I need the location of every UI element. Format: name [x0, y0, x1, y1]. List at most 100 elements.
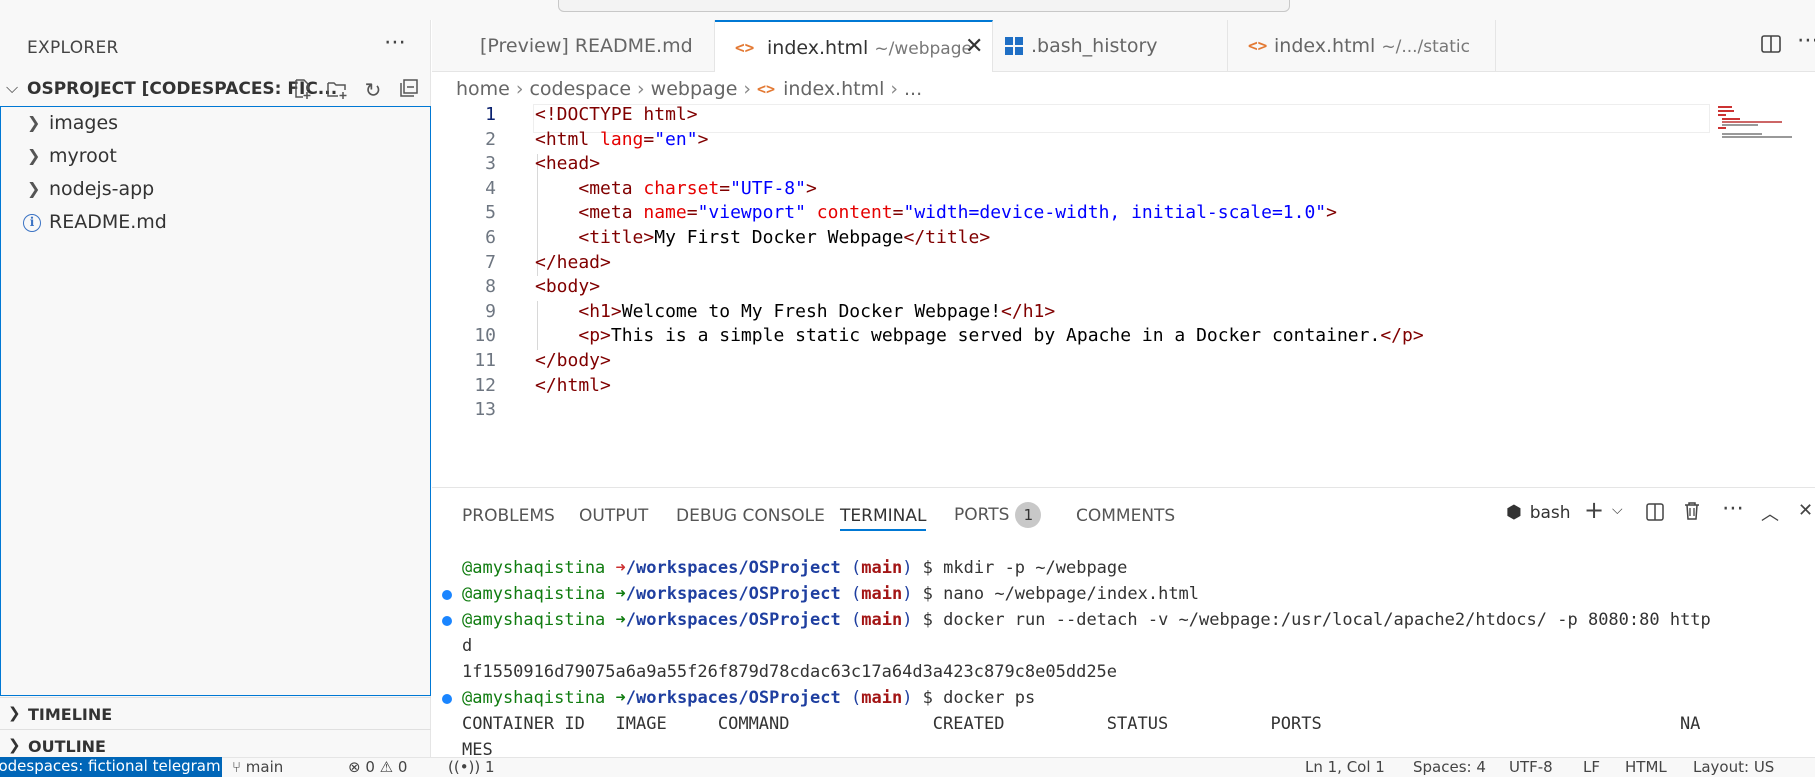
tab-description: ~/webpage [874, 39, 972, 59]
code-editor[interactable]: 1 <!DOCTYPE html> 2 <html lang="en"> 3 <head>… [432, 104, 1815, 486]
close-panel-icon[interactable]: ✕ [1798, 500, 1813, 521]
code-line[interactable]: <body> [535, 276, 600, 297]
info-icon: i [23, 214, 41, 232]
code-line[interactable]: <h1>Welcome to My Fresh Docker Webpage!<… [535, 301, 1055, 322]
code-line[interactable]: <meta name="viewport" content="width=dev… [535, 202, 1337, 223]
chevron-right-icon: ❯ [8, 736, 21, 754]
encoding-status[interactable]: UTF-8 [1509, 758, 1553, 776]
breadcrumb-item[interactable]: codespace [529, 78, 631, 100]
more-actions-icon[interactable]: ⋯ [384, 30, 406, 55]
tab-debug-console[interactable]: DEBUG CONSOLE [676, 506, 825, 526]
terminal-line: d [462, 636, 473, 656]
breadcrumb-item[interactable]: home [456, 78, 510, 100]
terminal-shell-selector[interactable]: ⬢ bash [1506, 502, 1571, 523]
refresh-icon[interactable]: ↻ [361, 78, 385, 102]
chevron-right-icon: › [743, 78, 752, 100]
chevron-right-icon: ❯ [8, 704, 21, 722]
line-number: 7 [485, 252, 496, 273]
breadcrumb-item[interactable]: ... [904, 78, 922, 100]
tree-item-label: myroot [49, 145, 117, 167]
tab-problems[interactable]: PROBLEMS [462, 506, 555, 526]
tree-item-myroot[interactable]: ❯ myroot [1, 142, 430, 175]
code-line[interactable]: </html> [535, 375, 611, 396]
breadcrumb-item[interactable]: webpage [651, 78, 738, 100]
tab-bash-history[interactable]: .bash_history [993, 20, 1228, 72]
shell-label: bash [1529, 502, 1571, 523]
collapse-all-icon[interactable] [397, 78, 421, 102]
tab-ports[interactable]: PORTS 1 [954, 502, 1042, 528]
more-actions-icon[interactable]: ⋯ [1797, 28, 1815, 53]
line-number: 2 [485, 129, 496, 150]
code-line[interactable]: <meta charset="UTF-8"> [535, 178, 816, 199]
outline-section[interactable]: ❯ OUTLINE [0, 729, 431, 759]
split-editor-icon[interactable] [1760, 33, 1782, 60]
tab-index-html-webpage[interactable]: <> index.html ~/webpage ✕ [715, 20, 993, 72]
html-file-icon: <> [735, 38, 755, 57]
windows-file-icon [1005, 37, 1023, 55]
ports-status[interactable]: ((•)) 1 [448, 758, 495, 776]
code-line[interactable]: <head> [535, 153, 600, 174]
chevron-right-icon: › [637, 78, 645, 100]
chevron-down-icon[interactable]: ⌵ [6, 78, 18, 98]
minimap[interactable] [1718, 104, 1798, 144]
chevron-right-icon: ❯ [27, 179, 41, 198]
code-line[interactable]: <html lang="en"> [535, 129, 708, 150]
html-file-icon: <> [1248, 36, 1268, 55]
maximize-panel-icon[interactable]: ︿ [1761, 500, 1779, 526]
new-folder-icon[interactable] [325, 78, 349, 102]
trash-icon[interactable] [1683, 501, 1701, 526]
command-success-dot[interactable] [442, 694, 452, 704]
code-line[interactable]: </body> [535, 350, 611, 371]
outline-label: OUTLINE [28, 737, 106, 756]
close-icon[interactable]: ✕ [965, 34, 983, 59]
file-tree: ❯ images ❯ myroot ❯ nodejs-app i README.… [0, 106, 431, 696]
terminal-line: @amyshaqistina ➜/workspaces/OSProject (m… [462, 558, 1128, 578]
line-number: 13 [474, 399, 496, 420]
line-number: 1 [485, 104, 496, 125]
command-center[interactable] [558, 0, 1290, 12]
cursor-position[interactable]: Ln 1, Col 1 [1305, 758, 1385, 776]
tree-item-nodejs-app[interactable]: ❯ nodejs-app [1, 175, 430, 208]
chevron-down-icon[interactable]: ⌵ [1612, 502, 1623, 518]
chevron-right-icon: ❯ [27, 113, 41, 132]
container-hash: 1f1550916d79075a6a9a55f26f879d78cdac63c1… [462, 662, 1118, 682]
command-success-dot[interactable] [442, 590, 452, 600]
timeline-section[interactable]: ❯ TIMELINE [0, 697, 431, 727]
new-terminal-icon[interactable]: + [1584, 496, 1604, 524]
split-terminal-icon[interactable] [1645, 502, 1665, 527]
language-status[interactable]: HTML [1625, 758, 1667, 776]
breadcrumb-item[interactable]: index.html [783, 78, 884, 100]
code-line[interactable]: </head> [535, 252, 611, 273]
tab-label: [Preview] README.md [480, 35, 693, 57]
keyboard-layout-status[interactable]: Layout: US [1693, 758, 1774, 776]
html-file-icon: <> [757, 80, 776, 98]
line-number: 3 [485, 153, 496, 174]
remote-indicator[interactable]: Codespaces: fictional telegram [0, 757, 222, 777]
tab-terminal[interactable]: TERMINAL [840, 506, 927, 531]
code-line[interactable]: <p>This is a simple static webpage serve… [535, 325, 1423, 346]
terminal-line: @amyshaqistina ➜/workspaces/OSProject (m… [442, 584, 1199, 610]
tab-preview-readme[interactable]: [Preview] README.md [432, 20, 715, 72]
eol-status[interactable]: LF [1583, 758, 1600, 776]
status-bar: ⑂ main ⊗ 0 ⚠ 0 ((•)) 1 Ln 1, Col 1 Space… [0, 757, 1815, 777]
line-number: 8 [485, 276, 496, 297]
tab-label: .bash_history [1031, 35, 1158, 57]
tree-item-images[interactable]: ❯ images [1, 109, 430, 142]
tab-comments[interactable]: COMMENTS [1076, 506, 1175, 526]
code-line[interactable]: <!DOCTYPE html> [535, 104, 698, 125]
problems-status[interactable]: ⊗ 0 ⚠ 0 [348, 758, 407, 776]
new-file-icon[interactable] [290, 78, 314, 102]
tab-index-html-static[interactable]: <> index.html ~/.../static [1228, 20, 1496, 72]
command-success-dot[interactable] [442, 616, 452, 626]
remote-label: Codespaces: fictional telegram [0, 757, 221, 775]
code-line[interactable]: <title>My First Docker Webpage</title> [535, 227, 990, 248]
tab-output[interactable]: OUTPUT [579, 506, 648, 526]
tab-ports-label: PORTS [954, 505, 1010, 525]
tree-item-label: nodejs-app [49, 178, 155, 200]
indentation-status[interactable]: Spaces: 4 [1413, 758, 1486, 776]
chevron-right-icon: ❯ [27, 146, 41, 165]
line-number: 9 [485, 301, 496, 322]
more-actions-icon[interactable]: ⋯ [1722, 496, 1744, 521]
tree-item-readme[interactable]: i README.md [1, 208, 430, 241]
branch-status[interactable]: ⑂ main [232, 758, 283, 776]
